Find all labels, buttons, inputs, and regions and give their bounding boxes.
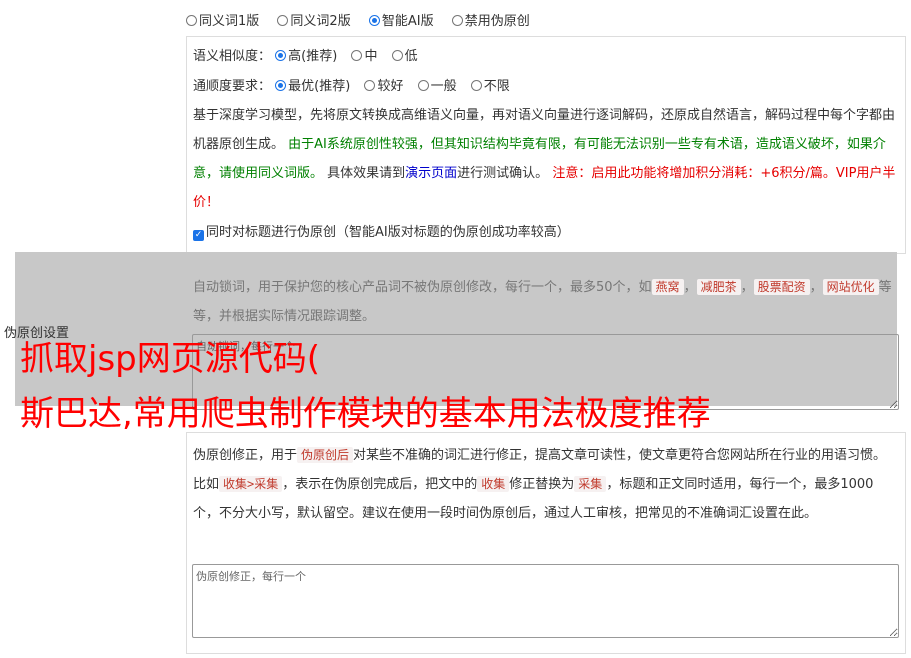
example-tag: 收集>采集 [219,476,283,492]
radio-icon[interactable] [391,50,403,61]
version-option-synonym2[interactable]: 同义词2版 [277,10,351,29]
radio-icon[interactable] [417,80,429,91]
example-tag: 收集 [477,476,510,492]
checkbox-checked-icon[interactable]: ✓ [193,230,204,241]
fluency-option-unlimited[interactable]: 不限 [470,73,510,101]
ai-description: 基于深度学习模型，先将原文转换成高维语义向量，再对语义向量进行逐词解码，还原成自… [193,108,896,210]
ai-settings-panel: 语义相似度： 高(推荐) 中 低 通顺度要求： 最优(推荐) 较好 一般 不限 … [186,36,906,254]
fluency-label: 通顺度要求： [193,79,272,94]
version-option-ai[interactable]: 智能AI版 [368,10,434,29]
version-option-disable[interactable]: 禁用伪原创 [451,10,530,29]
demo-page-link[interactable]: 演示页面 [405,166,457,181]
example-tag: 网站优化 [822,279,879,295]
example-tag: 伪原创后 [297,447,354,463]
fluency-row: 通顺度要求： 最优(推荐) 较好 一般 不限 [193,73,899,101]
radio-icon[interactable] [470,80,482,91]
version-radio-group: 同义词1版 同义词2版 智能AI版 禁用伪原创 [186,10,544,29]
radio-icon[interactable] [451,15,463,26]
radio-icon[interactable] [277,15,289,26]
headline-line1: 抓取jsp网页源代码( [20,339,321,379]
correction-textarea[interactable] [192,564,899,638]
similarity-option-high[interactable]: 高(推荐) [275,43,337,71]
example-tag: 股票配资 [753,279,810,295]
radio-icon[interactable] [351,50,363,61]
similarity-row: 语义相似度： 高(推荐) 中 低 [193,43,899,71]
example-tag: 采集 [574,476,607,492]
radio-checked-icon[interactable] [368,15,380,26]
fluency-option-normal[interactable]: 一般 [417,73,457,101]
title-checkbox-row[interactable]: ✓ 同时对标题进行伪原创（智能AI版对标题的伪原创成功率较高） [193,219,899,247]
example-tag: 燕窝 [651,279,684,295]
correction-description: 伪原创修正，用于 伪原创后 对某些不准确的词汇进行修正，提高文章可读性，使文章更符合… [193,447,887,521]
radio-icon[interactable] [364,80,376,91]
headline-line2: 斯巴达,常用爬虫制作模块的基本用法极度推荐 [20,394,711,434]
fluency-option-best[interactable]: 最优(推荐) [275,73,350,101]
radio-checked-icon[interactable] [275,80,287,91]
version-option-synonym1[interactable]: 同义词1版 [186,10,259,29]
similarity-option-low[interactable]: 低 [391,43,418,71]
similarity-option-medium[interactable]: 中 [351,43,377,71]
lock-words-description: 自动锁词，用于保护您的核心产品词不被伪原创修改，每行一个，最多50个，如 燕窝，减… [193,279,892,324]
radio-checked-icon[interactable] [275,50,287,61]
similarity-label: 语义相似度： [193,49,272,64]
example-tag: 减肥茶 [696,279,741,295]
radio-icon[interactable] [186,15,197,26]
fluency-option-good[interactable]: 较好 [364,73,403,101]
